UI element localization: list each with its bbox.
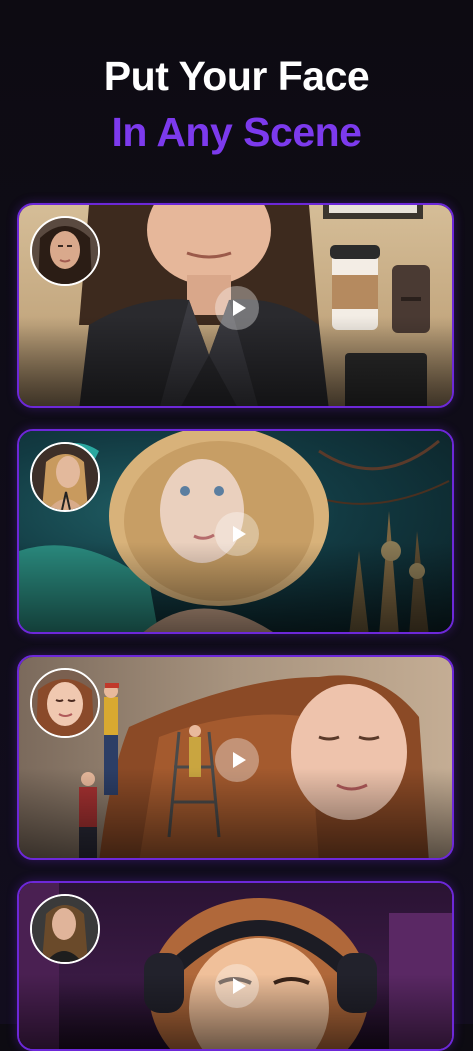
scene-card-office[interactable] <box>17 203 454 408</box>
play-button[interactable] <box>215 964 259 1008</box>
scene-card-painters[interactable] <box>17 655 454 860</box>
scene-card-mermaid[interactable] <box>17 429 454 634</box>
play-button[interactable] <box>215 286 259 330</box>
page-title-line-1: Put Your Face <box>103 53 370 99</box>
play-button[interactable] <box>215 512 259 556</box>
avatar <box>30 442 100 512</box>
avatar <box>30 216 100 286</box>
avatar <box>30 668 100 738</box>
header: Put Your Face In Any Scene <box>0 48 473 160</box>
play-button[interactable] <box>215 738 259 782</box>
play-icon <box>232 526 246 542</box>
play-icon <box>232 300 246 316</box>
avatar <box>30 894 100 964</box>
page-title-line-2: In Any Scene <box>111 109 362 155</box>
play-icon <box>232 752 246 768</box>
play-icon <box>232 978 246 994</box>
scene-card-headphones[interactable] <box>17 881 454 1051</box>
